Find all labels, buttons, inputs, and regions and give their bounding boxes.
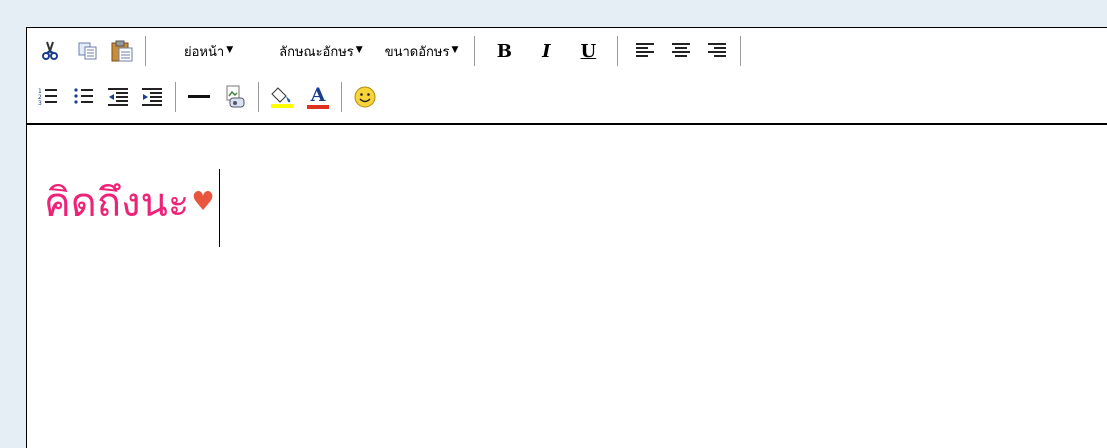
copy-icon[interactable] (75, 38, 101, 64)
toolbar-separator (341, 82, 342, 112)
unordered-list-icon[interactable] (71, 84, 97, 110)
align-center-icon[interactable] (668, 38, 694, 64)
size-dropdown[interactable]: ขนาดอักษร ▼ (385, 38, 459, 64)
toolbar-separator (175, 82, 176, 112)
chevron-down-icon: ▼ (226, 45, 234, 55)
font-color-label: A (310, 83, 326, 106)
toolbar-separator (617, 36, 619, 66)
heart-icon: ♥ (191, 187, 215, 217)
horizontal-rule-icon[interactable] (186, 84, 212, 110)
smiley-icon[interactable] (352, 84, 378, 110)
toolbar-row-1: ย่อหน้า ▼ ลักษณะอักษร ▼ ขนาดอักษร ▼ B I U (27, 34, 751, 68)
paste-icon[interactable] (109, 38, 135, 64)
editor-text: คิดถึงนะ ♥ (44, 163, 220, 247)
chevron-down-icon: ▼ (355, 45, 363, 55)
font-color-button[interactable]: A (305, 84, 331, 110)
text-cursor (218, 169, 220, 247)
align-left-icon[interactable] (632, 38, 658, 64)
toolbar-separator (474, 36, 476, 66)
toolbar-separator (145, 36, 146, 66)
indent-icon[interactable] (139, 84, 165, 110)
insert-image-icon[interactable] (222, 84, 248, 110)
size-dropdown-label: ขนาดอักษร (384, 44, 450, 60)
toolbar-row-2: 1 2 3 A (27, 80, 378, 114)
font-color-bar (307, 104, 329, 109)
ordered-list-icon[interactable]: 1 2 3 (35, 84, 61, 110)
underline-button[interactable]: U (575, 38, 601, 64)
italic-button[interactable]: I (533, 38, 559, 64)
outdent-icon[interactable] (105, 84, 131, 110)
paragraph-dropdown-label: ย่อหน้า (184, 44, 225, 60)
highlight-color-icon[interactable] (269, 84, 295, 110)
toolbar-separator (258, 82, 259, 112)
rich-text-editor: ย่อหน้า ▼ ลักษณะอักษร ▼ ขนาดอักษร ▼ B I U (26, 27, 1107, 448)
svg-text:3: 3 (38, 100, 42, 107)
font-dropdown[interactable]: ลักษณะอักษร ▼ (279, 38, 363, 64)
bold-button[interactable]: B (491, 38, 517, 64)
chevron-down-icon: ▼ (451, 45, 459, 55)
editor-toolbar: ย่อหน้า ▼ ลักษณะอักษร ▼ ขนาดอักษร ▼ B I U (27, 28, 1107, 125)
toolbar-separator (740, 36, 742, 66)
align-right-icon[interactable] (704, 38, 730, 64)
font-dropdown-label: ลักษณะอักษร (279, 44, 354, 60)
paragraph-dropdown[interactable]: ย่อหน้า ▼ (184, 38, 233, 64)
message-text: คิดถึงนะ (44, 180, 190, 226)
cut-icon[interactable] (37, 38, 63, 64)
